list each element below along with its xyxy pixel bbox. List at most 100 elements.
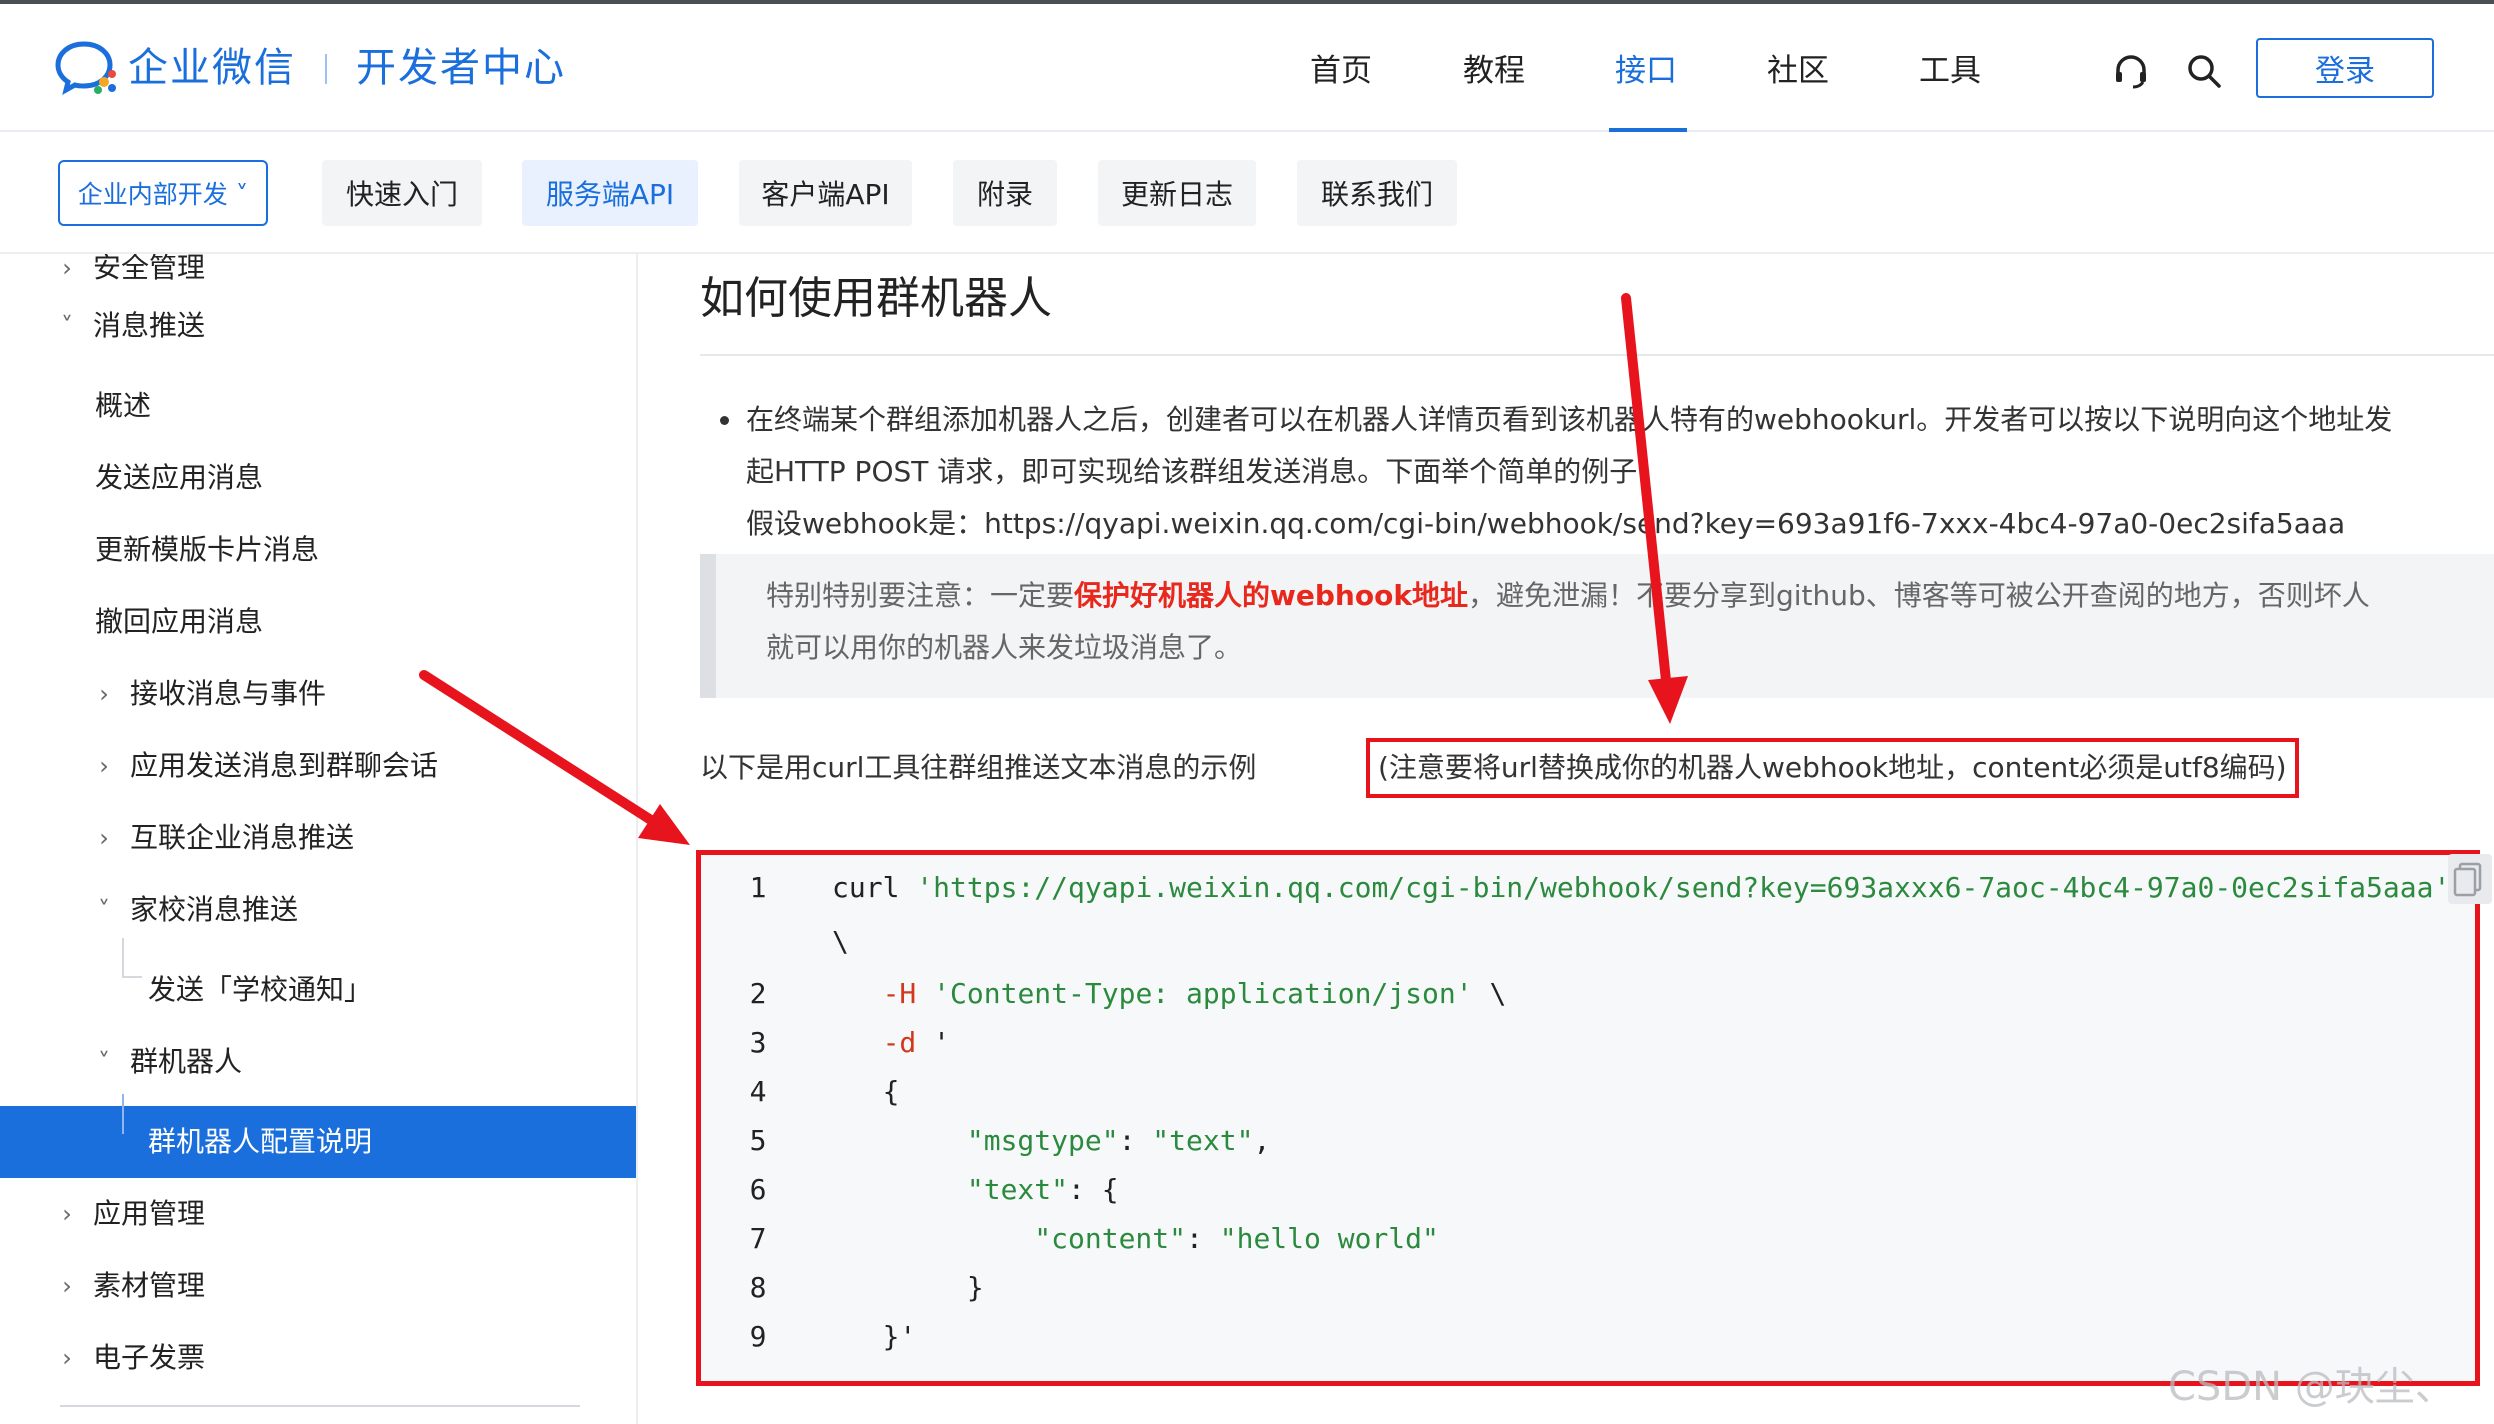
chevron-down-icon: ˅ <box>98 896 110 924</box>
main-content: 如何使用群机器人 在终端某个群组添加机器人之后，创建者可以在机器人详情页看到该机… <box>640 254 2494 1424</box>
dev-type-dropdown[interactable]: 企业内部开发 ˅ <box>58 160 268 226</box>
line-number: 2 <box>749 977 767 1010</box>
code-token: }' <box>832 1320 917 1353</box>
code-token: "text" <box>832 1173 1069 1206</box>
code-token: 'https://qyapi.weixin.qq.com/cgi-bin/web… <box>916 871 2451 904</box>
tab-quick-start[interactable]: 快速入门 <box>322 160 482 226</box>
sidebar-item-label: 接收消息与事件 <box>130 677 327 710</box>
copy-icon[interactable] <box>2448 854 2492 904</box>
developer-center-title[interactable]: 开发者中心 <box>356 40 566 96</box>
chevron-right-icon: › <box>62 1200 72 1228</box>
sidebar-item-app-management[interactable]: › 应用管理 <box>0 1178 636 1250</box>
sidebar-item-e-invoice[interactable]: › 电子发票 <box>0 1322 636 1394</box>
sidebar-item-group-chat-message[interactable]: › 应用发送消息到群聊会话 <box>0 730 636 802</box>
sidebar-item-label: 概述 <box>95 389 152 422</box>
nav-tutorials[interactable]: 教程 <box>1463 50 1525 92</box>
code-text: \ <box>832 917 849 967</box>
code-token: "text" <box>1152 1124 1254 1157</box>
tab-changelog[interactable]: 更新日志 <box>1098 160 1256 226</box>
sidebar-item-label: 更新模版卡片消息 <box>95 533 320 566</box>
line-number: 5 <box>749 1124 767 1157</box>
curl-intro-label: 以下是用curl工具往群组推送文本消息的示例 <box>700 751 1257 784</box>
tab-client-api[interactable]: 客户端API <box>739 160 912 226</box>
login-button[interactable]: 登录 <box>2256 38 2434 98</box>
line-number: 3 <box>749 1026 767 1059</box>
line-number: 4 <box>749 1075 767 1108</box>
sidebar-item-label: 互联企业消息推送 <box>130 821 355 854</box>
line-number: 8 <box>749 1271 767 1304</box>
warning-prefix: 特别特别要注意：一定要 <box>766 579 1075 612</box>
nav-tools[interactable]: 工具 <box>1919 50 1981 92</box>
line-number: 9 <box>749 1320 767 1353</box>
search-icon[interactable] <box>2183 50 2225 92</box>
code-text: { <box>832 1067 900 1117</box>
brand-divider <box>325 54 327 84</box>
sidebar-item-receive-events[interactable]: › 接收消息与事件 <box>0 658 636 730</box>
sidebar-item-label: 电子发票 <box>93 1341 206 1374</box>
chevron-right-icon: › <box>99 680 109 708</box>
sidebar-item-interconnect-push[interactable]: › 互联企业消息推送 <box>0 802 636 874</box>
code-token: curl <box>832 871 917 904</box>
tab-server-api[interactable]: 服务端API <box>522 160 698 226</box>
code-token: ' <box>933 1026 951 1059</box>
code-text: "content": "hello world" <box>832 1214 1439 1264</box>
code-token: 'Content-Type: application/json' <box>933 977 1473 1010</box>
code-text: }' <box>832 1312 917 1362</box>
sidebar-item-recall-message[interactable]: 撤回应用消息 <box>0 586 636 658</box>
sidebar-item-group-robot[interactable]: ˅ 群机器人 <box>0 1026 636 1098</box>
code-line: 5 "msgtype": "text", <box>701 1116 2475 1166</box>
code-token: { <box>832 1075 900 1108</box>
sidebar-item-robot-config[interactable]: 群机器人配置说明 <box>0 1106 636 1178</box>
sidebar-item-school-notice[interactable]: 发送「学校通知」 <box>0 954 636 1026</box>
chevron-down-icon: ˅ <box>98 1048 110 1076</box>
code-token: -d <box>832 1026 934 1059</box>
copy-glyph-icon <box>2453 862 2482 897</box>
headset-icon[interactable] <box>2110 50 2152 92</box>
line-number: 6 <box>749 1173 767 1206</box>
page-title: 如何使用群机器人 <box>700 273 1052 324</box>
warning-note: 特别特别要注意：一定要保护好机器人的webhook地址，避免泄漏！不要分享到gi… <box>700 554 2494 698</box>
curl-intro-text: 以下是用curl工具往群组推送文本消息的示例 (注意要将url替换成你的机器人w… <box>700 738 2299 798</box>
tree-connector <box>122 1094 124 1134</box>
code-token: "msgtype" <box>832 1124 1119 1157</box>
sidebar-item-media-management[interactable]: › 素材管理 <box>0 1250 636 1322</box>
sidebar-item-message-push[interactable]: ˅ 消息推送 <box>0 290 636 362</box>
sidebar-item-update-template-card[interactable]: 更新模版卡片消息 <box>0 514 636 586</box>
intro-paragraph-line: 起HTTP POST 请求，即可实现给该群组发送消息。下面举个简单的例子. <box>746 455 1647 488</box>
code-line: 1 curl 'https://qyapi.weixin.qq.com/cgi-b… <box>701 863 2475 913</box>
brand-name[interactable]: 企业微信 <box>128 40 296 96</box>
sidebar-item-send-app-message[interactable]: 发送应用消息 <box>0 442 636 514</box>
nav-community[interactable]: 社区 <box>1767 50 1829 92</box>
code-token: \ <box>832 925 849 958</box>
code-line: 7 "content": "hello world" <box>701 1214 2475 1264</box>
tab-appendix[interactable]: 附录 <box>953 160 1057 226</box>
code-line: 4 { <box>701 1067 2475 1117</box>
sidebar-item-label: 应用发送消息到群聊会话 <box>130 749 439 782</box>
wecom-logo-icon[interactable] <box>54 38 120 96</box>
title-divider <box>700 354 2494 356</box>
warning-text-line2: 就可以用你的机器人来发垃圾消息了。 <box>766 631 1243 664</box>
intro-paragraph-line: 在终端某个群组添加机器人之后，创建者可以在机器人详情页看到该机器人特有的webh… <box>746 403 2393 436</box>
nav-api[interactable]: 接口 <box>1615 50 1677 92</box>
chevron-right-icon: › <box>62 1272 72 1300</box>
code-token: , <box>1253 1124 1271 1157</box>
sidebar-item-school-push[interactable]: ˅ 家校消息推送 <box>0 874 636 946</box>
sidebar-divider <box>60 1405 580 1407</box>
code-token: } <box>832 1271 984 1304</box>
sidebar-item-label: 家校消息推送 <box>130 893 299 926</box>
code-line: 6 "text": { <box>701 1165 2475 1215</box>
code-block[interactable]: 1 curl 'https://qyapi.weixin.qq.com/cgi-b… <box>696 850 2480 1386</box>
sidebar-item-label: 群机器人配置说明 <box>148 1125 373 1158</box>
curl-note-highlight: (注意要将url替换成你的机器人webhook地址，content必须是utf8… <box>1366 738 2299 798</box>
code-line: 2 -H 'Content-Type: application/json' \ <box>701 969 2475 1019</box>
code-token: \ <box>1472 977 1507 1010</box>
warning-suffix: ，避免泄漏！不要分享到github、博客等可被公开查阅的地方，否则坏人 <box>1467 579 2370 612</box>
sidebar-item-label: 素材管理 <box>93 1269 206 1302</box>
line-number: 7 <box>749 1222 767 1255</box>
sidebar-item-label: 群机器人 <box>130 1045 243 1078</box>
tab-contact-us[interactable]: 联系我们 <box>1297 160 1457 226</box>
nav-home[interactable]: 首页 <box>1310 50 1372 92</box>
sidebar-item-label: 发送「学校通知」 <box>148 973 373 1006</box>
sidebar-item-overview[interactable]: 概述 <box>0 370 636 442</box>
sidebar: › 安全管理 ˅ 消息推送 概述 发送应用消息 更新模版卡片消息 撤回应用消息 … <box>0 254 638 1424</box>
